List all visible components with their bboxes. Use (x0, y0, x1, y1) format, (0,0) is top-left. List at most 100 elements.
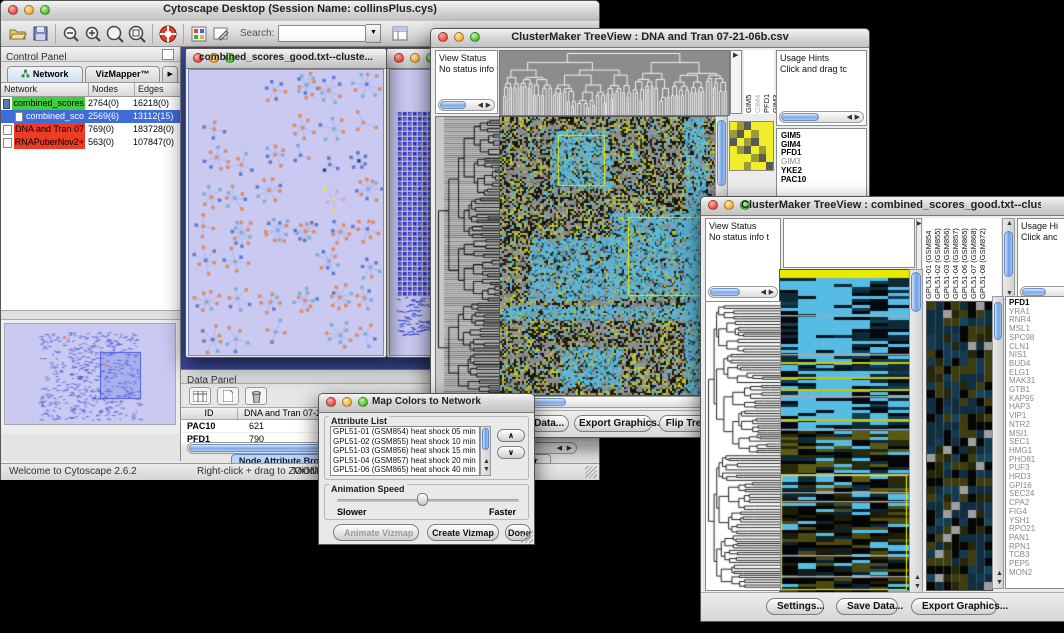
tv2-export-graphics-button[interactable]: Export Graphics... (911, 598, 997, 615)
column-label[interactable]: GPL51-01 (GSM854 (924, 219, 933, 299)
column-label[interactable]: GIM5 (744, 53, 753, 113)
matrix-cell (730, 130, 737, 138)
minimize-button[interactable] (410, 53, 420, 63)
tv2-settings-button[interactable]: Settings... (766, 598, 824, 615)
tv1-column-dendrogram[interactable] (499, 50, 730, 116)
open-file-button[interactable] (7, 24, 29, 44)
attribute-item[interactable]: GPL51-03 (GSM856) heat shock 15 min (331, 446, 479, 456)
search-input[interactable] (278, 25, 366, 42)
table-icon-button[interactable] (389, 24, 411, 44)
animate-vizmap-button[interactable]: Animate Vizmap (333, 524, 419, 541)
column-label[interactable]: GPL51-03 (GSM856) (942, 219, 951, 299)
slower-label: Slower (337, 507, 367, 517)
tv2-column-tree-panel[interactable] (783, 218, 915, 268)
save-button[interactable] (29, 24, 51, 44)
column-label[interactable]: GPL51-07 (GSM868) (969, 219, 978, 299)
status-welcome: Welcome to Cytoscape 2.6.2 (9, 466, 137, 477)
zoom-selected-button[interactable] (104, 24, 126, 44)
tv2-row-dendrogram[interactable] (705, 301, 781, 591)
delete-attribute-trash-icon[interactable] (245, 387, 267, 405)
tv2-heatmap-vscrollbar[interactable]: ▲▼ (909, 269, 923, 593)
window-resize-grip[interactable] (585, 466, 597, 478)
matrix-cell (766, 122, 773, 130)
dialog-title: Map Colors to Network (319, 396, 534, 407)
zoom-in-button[interactable] (82, 24, 104, 44)
attribute-table-icon-button[interactable] (189, 387, 211, 405)
dialog-resize-grip[interactable] (521, 531, 533, 543)
network-row[interactable]: RNAPuberNov2+563(0)107847(0) (1, 136, 180, 149)
float-panel-icon[interactable] (162, 49, 174, 60)
attribute-item[interactable]: GPL51-02 (GSM855) heat shock 10 min (331, 437, 479, 447)
tv1-export-graphics-button[interactable]: Export Graphics... (574, 415, 652, 432)
toolbar-separator (183, 24, 184, 44)
tv2-column-tree-canvas (784, 219, 914, 267)
zoom-fit-button[interactable] (126, 24, 148, 44)
tv1-status-scrollbar[interactable]: ◀▶ (438, 99, 495, 111)
desktop: Cytoscape Desktop (Session Name: collins… (0, 0, 1064, 633)
treeview2-titlebar[interactable]: ClusterMaker TreeView : combined_scores_… (701, 197, 1064, 216)
gene-label[interactable]: MON2 (1009, 569, 1064, 578)
column-label[interactable]: GPL51-08 (GSM872) (978, 219, 987, 299)
tab-vizmapper[interactable]: VizMapper™ (85, 66, 161, 82)
main-titlebar[interactable]: Cytoscape Desktop (Session Name: collins… (1, 1, 599, 22)
toolbar-separator (55, 24, 56, 44)
column-label[interactable]: GPL51-06 (GSM865) (960, 219, 969, 299)
gene-label[interactable]: PAC10 (781, 176, 866, 185)
network-a-titlebar[interactable]: combined_scores_good.txt--cluste... (186, 49, 386, 69)
tv2-status-scrollbar[interactable]: ◀▶ (708, 286, 778, 298)
tv2-heatmap-canvas[interactable] (779, 269, 910, 593)
tab-network[interactable]: Network (7, 66, 83, 82)
tabs-overflow-arrow[interactable]: ▶ (162, 66, 178, 82)
matrix-cell (766, 130, 773, 138)
column-label[interactable]: GPL51-02 (GSM855) (933, 219, 942, 299)
matrix-cell (737, 130, 744, 138)
column-label[interactable]: PFD1 (762, 53, 771, 113)
animation-slider-track[interactable] (337, 499, 519, 502)
annotation-icon-button[interactable] (210, 24, 232, 44)
control-panel: Control Panel Network VizMapper™ ▶ Netwo… (1, 47, 181, 461)
dialog-titlebar[interactable]: Map Colors to Network (319, 394, 534, 413)
tv2-save-data-button[interactable]: Save Data... (836, 598, 898, 615)
network-overview-canvas[interactable] (4, 323, 176, 425)
column-label[interactable]: GPL51-04 (GSM857) (951, 219, 960, 299)
matrix-cell (751, 122, 758, 130)
tv1-detail-matrix[interactable] (729, 121, 774, 171)
search-dropdown-button[interactable]: ▼ (366, 24, 381, 43)
create-vizmap-button[interactable]: Create Vizmap (427, 524, 499, 541)
network-row[interactable]: combined_scores2764(0)16218(0) (1, 97, 180, 110)
network-row[interactable]: combined_sco2569(6)13112(15) (1, 110, 180, 123)
close-button[interactable] (708, 200, 718, 210)
matrix-cell (751, 138, 758, 146)
attribute-listbox[interactable]: GPL51-01 (GSM854) heat shock 05 minGPL51… (330, 426, 480, 476)
tv2-detail-heatmap-canvas[interactable] (926, 301, 993, 591)
tv1-row-dendrogram[interactable] (435, 116, 501, 396)
matrix-cell (766, 146, 773, 154)
toolbar-separator (152, 24, 153, 44)
tv1-heatmap-canvas[interactable] (499, 116, 716, 396)
tv2-gene-vscrollbar[interactable]: ▲▼ (992, 296, 1004, 589)
animation-slider-thumb[interactable] (417, 493, 428, 506)
minimize-button[interactable] (724, 200, 734, 210)
attribute-down-button[interactable]: ∨ (497, 446, 525, 459)
panel-splitter[interactable] (1, 310, 180, 320)
attribute-item[interactable]: GPL51-06 (GSM865) heat shock 40 min (331, 465, 479, 475)
matrix-cell (759, 122, 766, 130)
network-view-a-canvas[interactable] (188, 69, 384, 356)
close-button[interactable] (394, 53, 404, 63)
attribute-item[interactable]: GPL51-07 (GSM868) heat shock 60 min (331, 475, 479, 477)
treeview1-titlebar[interactable]: ClusterMaker TreeView : DNA and Tran 07-… (431, 29, 869, 48)
column-label[interactable]: GIM4 (753, 53, 762, 113)
attribute-list-scrollbar[interactable]: ▲▼ (480, 426, 491, 476)
matrix-cell (744, 138, 751, 146)
tv1-hints-scrollbar[interactable]: ◀▶ (779, 111, 864, 123)
attribute-item[interactable]: GPL51-04 (GSM857) heat shock 20 min (331, 456, 479, 466)
vizmapper-icon-button[interactable] (188, 24, 210, 44)
new-attribute-icon-button[interactable] (217, 387, 239, 405)
network-row[interactable]: DNA and Tran 07769(0)183728(0) (1, 123, 180, 136)
zoom-out-button[interactable] (60, 24, 82, 44)
tv2-labels-vscrollbar[interactable]: ▲▼ (1002, 218, 1015, 300)
attribute-up-button[interactable]: ∧ (497, 429, 525, 442)
attribute-item[interactable]: GPL51-01 (GSM854) heat shock 05 min (331, 427, 479, 437)
network-table-header: Network Nodes Edges (1, 83, 180, 97)
help-lifering-icon[interactable] (157, 24, 179, 44)
